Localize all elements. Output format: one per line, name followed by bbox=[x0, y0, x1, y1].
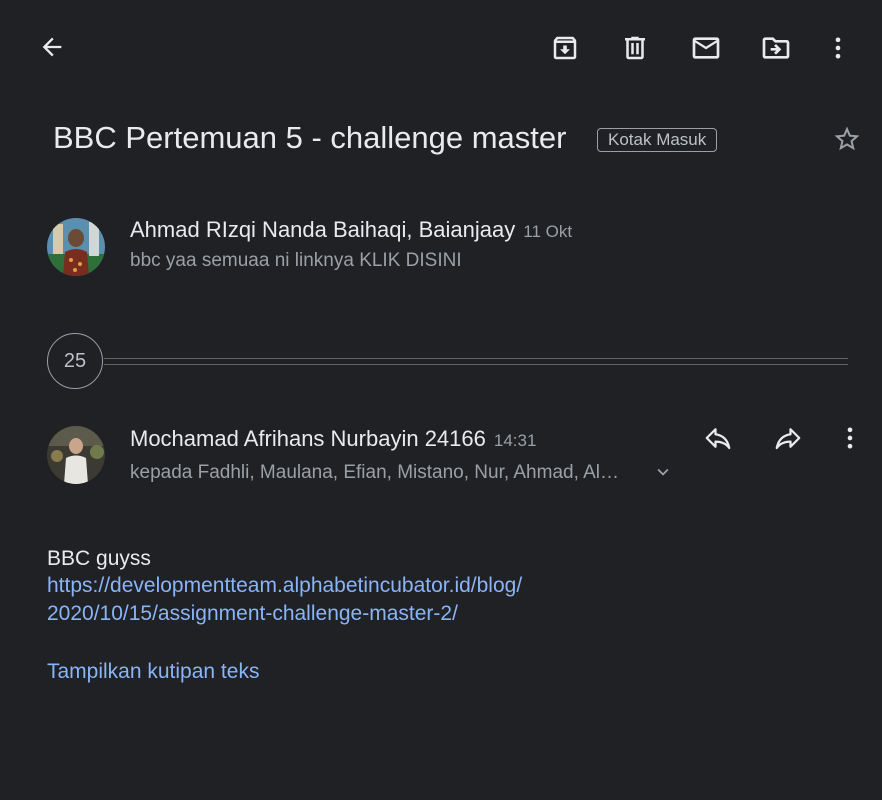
message-collapsed[interactable]: Ahmad RIzqi Nanda Baihaqi, Baianjaay 11 … bbox=[0, 205, 882, 295]
reply-button[interactable] bbox=[694, 414, 742, 462]
show-details-button[interactable] bbox=[641, 448, 685, 496]
message-time: 14:31 bbox=[493, 431, 537, 450]
star-button[interactable] bbox=[823, 115, 871, 163]
delete-button[interactable] bbox=[611, 24, 659, 72]
more-vert-icon bbox=[847, 427, 853, 449]
forward-button[interactable] bbox=[764, 414, 812, 462]
mail-icon bbox=[692, 37, 720, 59]
avatar bbox=[47, 218, 105, 276]
back-button[interactable] bbox=[28, 23, 76, 71]
archive-icon bbox=[553, 36, 577, 60]
move-to-button[interactable] bbox=[752, 24, 800, 72]
chevron-down-icon bbox=[657, 468, 669, 476]
mark-unread-button[interactable] bbox=[682, 24, 730, 72]
more-options-button[interactable] bbox=[814, 24, 862, 72]
reply-icon bbox=[705, 428, 731, 450]
collapsed-messages-count[interactable]: 25 bbox=[47, 333, 103, 389]
show-quoted-text-link[interactable]: Tampilkan kutipan teks bbox=[47, 660, 259, 684]
link-line-2: 2020/10/15/assignment-challenge-master-2… bbox=[47, 602, 458, 625]
forward-icon bbox=[775, 428, 801, 450]
link-line-1: https://developmentteam.alphabetincubato… bbox=[47, 574, 523, 597]
sender-name: Mochamad Afrihans Nurbayin 24166 bbox=[130, 426, 486, 451]
message-snippet: bbc yaa semuaa ni linknya KLIK DISINI bbox=[130, 250, 462, 271]
move-to-folder-icon bbox=[762, 37, 790, 59]
divider bbox=[104, 358, 848, 359]
body-text: BBC guyss bbox=[47, 547, 151, 570]
email-subject: BBC Pertemuan 5 - challenge master bbox=[53, 120, 567, 155]
message-time: 11 Okt bbox=[523, 222, 573, 241]
sender-name: Ahmad RIzqi Nanda Baihaqi, Baianjaay bbox=[130, 217, 516, 242]
back-arrow-icon bbox=[42, 37, 62, 57]
delete-icon bbox=[625, 36, 645, 60]
label-chip[interactable]: Kotak Masuk bbox=[597, 128, 718, 152]
archive-button[interactable] bbox=[541, 24, 589, 72]
more-vert-icon bbox=[835, 37, 841, 59]
star-outline-icon bbox=[834, 126, 860, 151]
body-link[interactable]: https://developmentteam.alphabetincubato… bbox=[47, 572, 522, 628]
message-body: BBC guyss https://developmentteam.alphab… bbox=[47, 546, 522, 628]
recipients-line: kepada Fadhli, Maulana, Efian, Mistano, … bbox=[130, 462, 619, 483]
message-more-button[interactable] bbox=[826, 414, 874, 462]
divider bbox=[104, 364, 848, 365]
avatar bbox=[47, 426, 105, 484]
